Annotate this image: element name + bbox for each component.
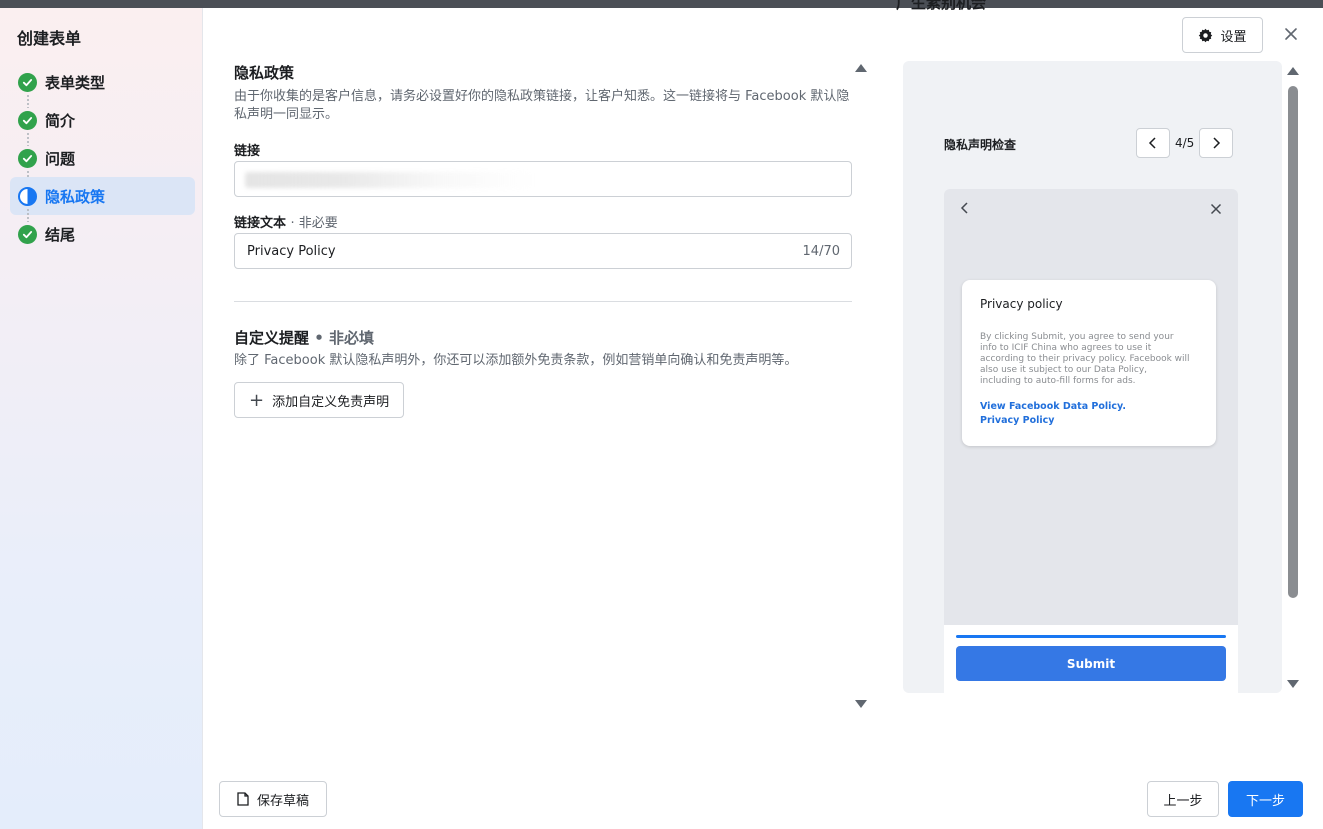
privacy-policy-link[interactable]: Privacy Policy (980, 415, 1054, 426)
sidebar-item-ending[interactable]: 结尾 (10, 215, 195, 253)
check-circle-icon (18, 72, 37, 92)
sidebar-item-label: 简介 (45, 111, 76, 130)
background-page-strip (0, 0, 1323, 8)
card-title: Privacy policy (980, 297, 1063, 311)
phone-header (944, 189, 1238, 229)
sidebar-item-label: 结尾 (45, 225, 76, 244)
preview-panel: 隐私声明检查 4/5 Privacy policy By clicking Su… (903, 61, 1282, 693)
preview-title: 隐私声明检查 (944, 138, 1017, 152)
preview-prev-button[interactable] (1136, 128, 1170, 158)
check-circle-icon (18, 110, 37, 130)
add-custom-disclaimer-label: 添加自定义免责声明 (272, 394, 390, 410)
sidebar-item-label: 隐私政策 (45, 187, 106, 206)
form-panel: 隐私政策 由于你收集的是客户信息，请务必设置好你的隐私政策链接，让客户知悉。这一… (203, 8, 873, 768)
card-body: By clicking Submit, you agree to send yo… (980, 332, 1190, 386)
sidebar-item-label: 表单类型 (45, 73, 106, 92)
scroll-up-arrow-icon[interactable] (1287, 67, 1299, 75)
redacted-link-text (245, 172, 535, 188)
step-list: 表单类型 简介 问题 隐私政策 结尾 (10, 63, 195, 253)
chevron-left-icon (1148, 137, 1156, 149)
close-icon[interactable] (1284, 27, 1298, 41)
half-circle-icon (18, 186, 37, 206)
phone-footer: Submit (944, 625, 1238, 693)
scroll-down-arrow-icon[interactable] (1287, 680, 1299, 688)
privacy-section-title: 隐私政策 (234, 64, 295, 82)
save-draft-label: 保存草稿 (256, 793, 309, 809)
scroll-up-arrow-icon[interactable] (855, 64, 867, 72)
gear-icon (1199, 28, 1213, 42)
optional-tag: · 非必要 (290, 216, 338, 231)
link-text-field[interactable]: 14/70 (234, 233, 852, 269)
data-policy-link[interactable]: View Facebook Data Policy. (980, 401, 1126, 412)
scroll-down-arrow-icon[interactable] (855, 700, 867, 708)
submit-button[interactable]: Submit (956, 646, 1226, 681)
privacy-card: Privacy policy By clicking Submit, you a… (962, 280, 1216, 446)
sidebar-title: 创建表单 (17, 29, 82, 48)
add-custom-disclaimer-button[interactable]: + 添加自定义免责声明 (234, 382, 405, 418)
link-text-label: 链接文本 (234, 216, 287, 231)
preview-pager: 4/5 (1136, 128, 1234, 158)
save-draft-button[interactable]: 保存草稿 (219, 781, 327, 817)
sidebar-item-label: 问题 (45, 149, 76, 168)
check-circle-icon (18, 148, 37, 168)
custom-disclaimer-label: 自定义提醒 (234, 329, 310, 347)
plus-icon: + (249, 389, 265, 411)
sidebar-item-form-type[interactable]: 表单类型 (10, 63, 195, 108)
back-arrow-icon (960, 202, 968, 214)
link-text-field-label: 链接文本 · 非必要 (234, 212, 338, 231)
link-field-label: 链接 (234, 144, 261, 159)
sidebar-item-intro[interactable]: 简介 (10, 101, 195, 146)
progress-bar (956, 635, 1226, 638)
close-icon (1210, 203, 1222, 215)
scrollbar-thumb[interactable] (1288, 86, 1298, 598)
background-page-text: 广生素别机会 (896, 0, 987, 12)
custom-disclaimer-description: 除了 Facebook 默认隐私声明外，你还可以添加额外免责条款，例如营销单向确… (234, 353, 798, 368)
link-field[interactable] (234, 161, 852, 197)
check-circle-icon (18, 224, 37, 244)
sidebar-item-questions[interactable]: 问题 (10, 139, 195, 184)
sidebar: 创建表单 表单类型 简介 问题 隐私政策 结尾 (0, 8, 203, 829)
previous-step-button[interactable]: 上一步 (1147, 781, 1219, 817)
next-step-button[interactable]: 下一步 (1228, 781, 1303, 817)
custom-disclaimer-title: 自定义提醒 • 非必填 (234, 327, 374, 348)
preview-page-counter: 4/5 (1175, 136, 1195, 150)
document-icon (237, 792, 249, 806)
phone-preview: Privacy policy By clicking Submit, you a… (944, 189, 1238, 693)
section-divider (234, 301, 852, 302)
privacy-section-description: 由于你收集的是客户信息，请务必设置好你的隐私政策链接，让客户知悉。这一链接将与 … (234, 89, 850, 122)
optional-tag: • 非必填 (314, 329, 375, 347)
char-counter: 14/70 (802, 244, 840, 259)
settings-button[interactable]: 设置 (1182, 17, 1263, 53)
sidebar-item-privacy-policy[interactable]: 隐私政策 (10, 177, 195, 222)
link-text-input[interactable] (235, 234, 851, 268)
preview-next-button[interactable] (1199, 128, 1234, 158)
chevron-right-icon (1213, 137, 1221, 149)
settings-label: 设置 (1220, 29, 1247, 45)
